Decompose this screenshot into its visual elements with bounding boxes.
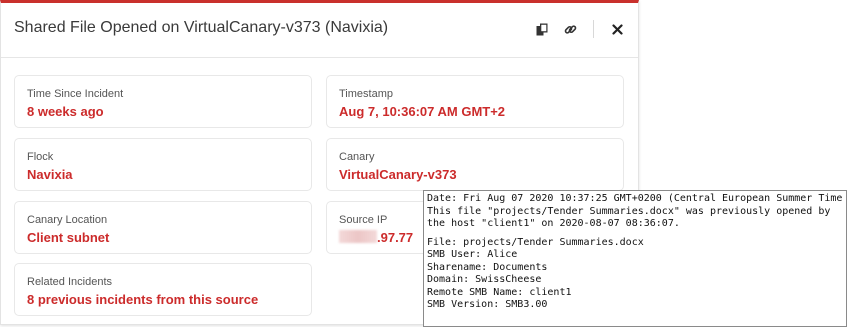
card-timestamp: Timestamp Aug 7, 10:36:07 AM GMT+2	[326, 75, 624, 128]
card-label: Canary	[339, 151, 375, 163]
log-line: File: projects/Tender Summaries.docx	[427, 236, 644, 248]
source-ip-value[interactable]: .97.77	[339, 230, 413, 245]
log-line: SMB User: Alice	[427, 249, 518, 260]
header-divider	[593, 20, 594, 38]
card-flock: Flock Navixia	[14, 138, 312, 191]
related-incidents-link[interactable]: 8 previous incidents from this source	[27, 292, 258, 307]
card-label: Flock	[27, 151, 54, 163]
card-label: Canary Location	[27, 214, 108, 226]
card-label: Related Incidents	[27, 276, 112, 288]
time-since-value: 8 weeks ago	[27, 104, 104, 119]
copy-icon[interactable]	[533, 19, 551, 39]
canary-value[interactable]: VirtualCanary-v373	[339, 167, 457, 182]
redacted-ip-blur	[339, 230, 377, 243]
flock-value[interactable]: Navixia	[27, 167, 73, 182]
timestamp-value: Aug 7, 10:36:07 AM GMT+2	[339, 104, 506, 119]
source-ip-visible: .97.77	[377, 230, 414, 245]
modal-title: Shared File Opened on VirtualCanary-v373…	[14, 19, 389, 36]
log-line: the host "client1" on 2020-08-07 08:36:0…	[427, 218, 680, 229]
card-canary-location: Canary Location Client subnet	[14, 201, 312, 254]
header-actions	[533, 18, 626, 40]
log-line: Domain: SwissCheese	[427, 274, 542, 285]
card-related-incidents: Related Incidents 8 previous incidents f…	[14, 263, 312, 316]
card-label: Time Since Incident	[27, 88, 124, 100]
log-line: Sharename: Documents	[427, 261, 548, 273]
link-icon[interactable]	[561, 19, 579, 39]
incident-log-popup: Date: Fri Aug 07 2020 10:37:25 GMT+0200 …	[423, 190, 847, 327]
log-line: This file "projects/Tender Summaries.doc…	[427, 205, 831, 217]
card-time-since-incident: Time Since Incident 8 weeks ago	[14, 75, 312, 128]
log-line: Date: Fri Aug 07 2020 10:37:25 GMT+0200 …	[427, 193, 843, 204]
canary-location-value: Client subnet	[27, 230, 110, 245]
log-line: Remote SMB Name: client1	[427, 286, 572, 298]
card-label: Source IP	[339, 214, 388, 226]
modal-header: Shared File Opened on VirtualCanary-v373…	[1, 3, 638, 58]
card-label: Timestamp	[339, 88, 393, 100]
card-canary: Canary VirtualCanary-v373	[326, 138, 624, 191]
log-line: SMB Version: SMB3.00	[427, 299, 548, 310]
close-icon[interactable]	[608, 19, 626, 39]
